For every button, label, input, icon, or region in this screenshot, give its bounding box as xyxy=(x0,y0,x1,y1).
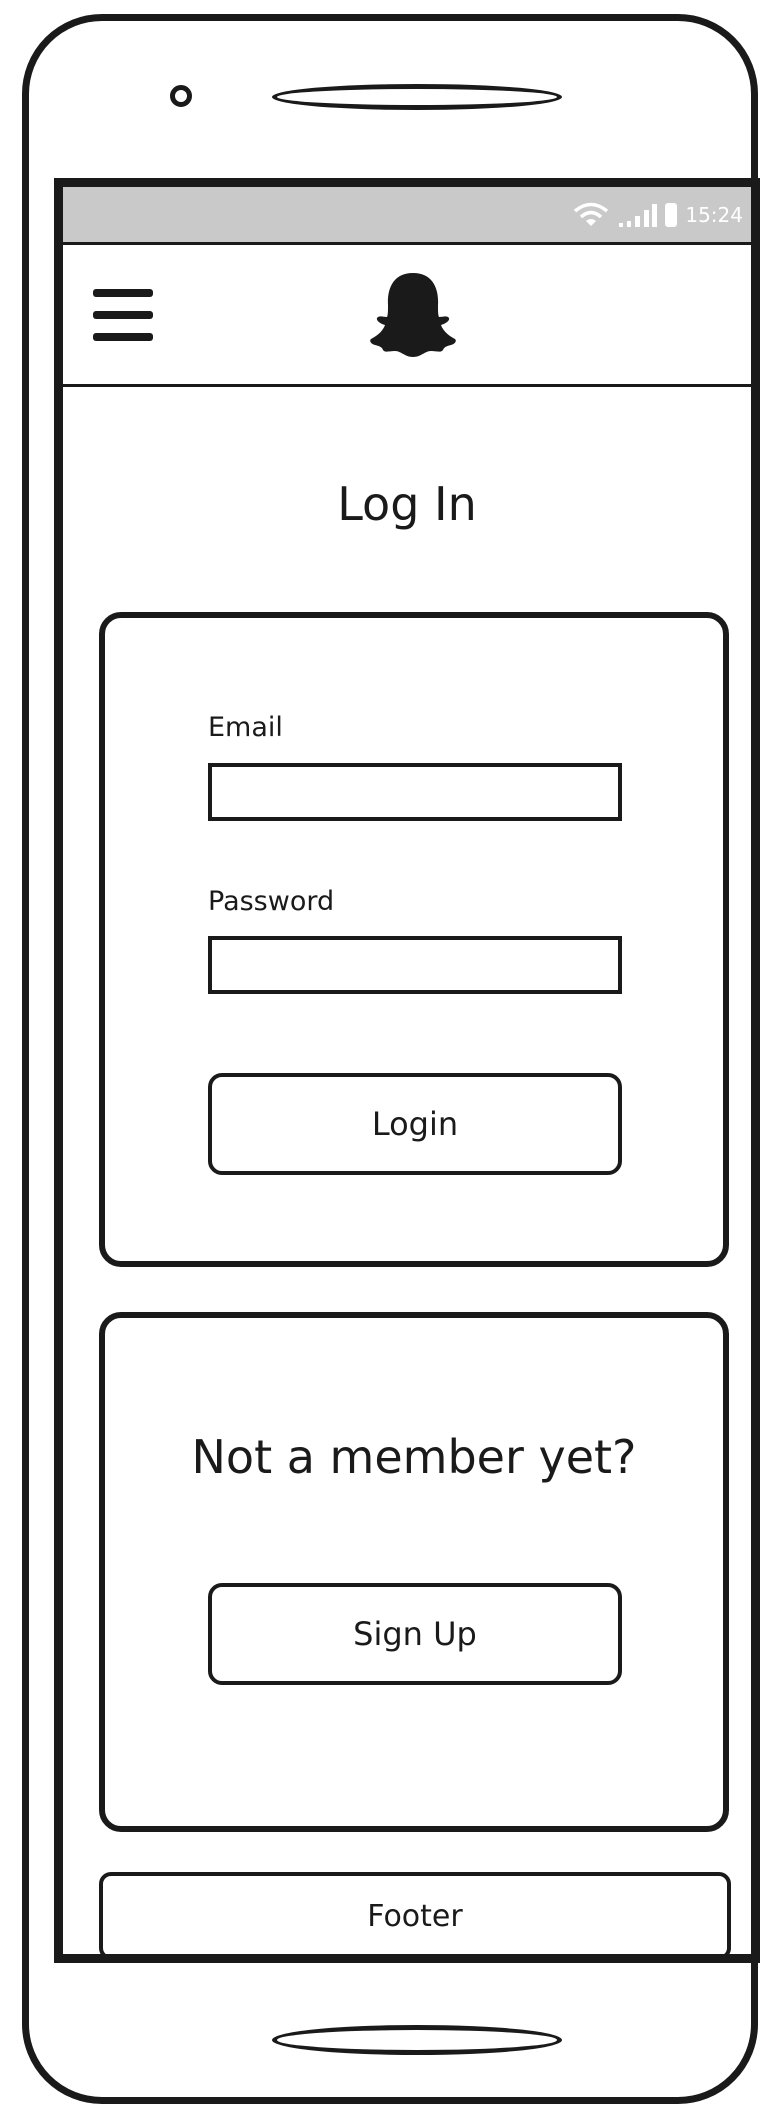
login-card: Email Password Login xyxy=(99,612,729,1267)
hamburger-menu-icon[interactable] xyxy=(93,289,153,341)
signup-prompt: Not a member yet? xyxy=(191,1430,637,1484)
password-label: Password xyxy=(208,886,335,917)
signup-button[interactable]: Sign Up xyxy=(208,1583,622,1685)
status-time: 15:24 xyxy=(685,203,743,227)
password-field[interactable] xyxy=(208,936,622,994)
wifi-icon xyxy=(574,202,609,226)
battery-icon xyxy=(665,203,678,227)
app-header xyxy=(63,245,751,387)
login-button[interactable]: Login xyxy=(208,1073,622,1175)
email-label: Email xyxy=(208,712,283,743)
signal-icon xyxy=(619,204,658,227)
page-title: Log In xyxy=(337,477,477,531)
status-bar: 15:24 xyxy=(63,187,751,245)
phone-screen: 15:24 Log In Email Password Login Not a … xyxy=(54,178,760,1963)
earpiece-speaker xyxy=(272,84,562,110)
footer: Footer xyxy=(99,1872,731,1954)
signup-card: Not a member yet? Sign Up xyxy=(99,1312,729,1832)
status-indicators: 15:24 xyxy=(573,199,743,231)
snapchat-ghost-icon xyxy=(370,273,456,357)
camera-icon xyxy=(170,85,192,107)
email-field[interactable] xyxy=(208,763,622,821)
home-button[interactable] xyxy=(272,2025,562,2055)
